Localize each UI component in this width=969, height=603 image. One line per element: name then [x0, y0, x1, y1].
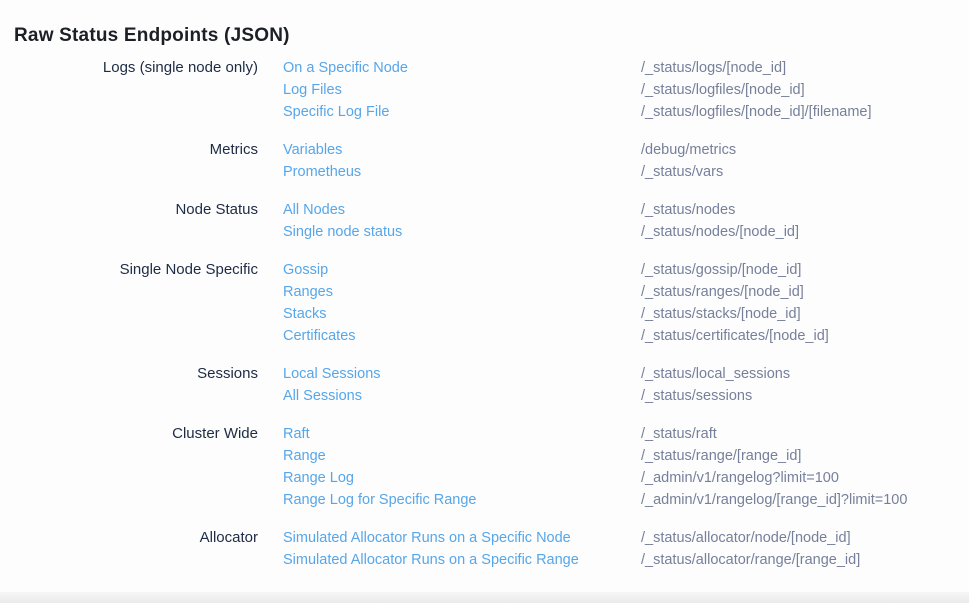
endpoint-link[interactable]: Certificates [283, 325, 616, 347]
endpoint-url: /_status/logfiles/[node_id] [641, 79, 969, 101]
endpoint-link[interactable]: Single node status [283, 221, 616, 243]
endpoint-link[interactable]: Prometheus [283, 161, 616, 183]
endpoint-url: /_status/allocator/node/[node_id] [641, 527, 969, 549]
endpoint-url: /_status/logs/[node_id] [641, 57, 969, 79]
category-label: Allocator [0, 527, 258, 549]
page-title: Raw Status Endpoints (JSON) [14, 25, 290, 47]
endpoint-url: /_status/gossip/[node_id] [641, 259, 969, 281]
endpoint-url: /_admin/v1/rangelog?limit=100 [641, 467, 969, 489]
endpoint-url: /_status/local_sessions [641, 363, 969, 385]
endpoint-link[interactable]: Specific Log File [283, 101, 616, 123]
endpoint-link[interactable]: All Sessions [283, 385, 616, 407]
category-label: Sessions [0, 363, 258, 385]
endpoint-link[interactable]: Range Log [283, 467, 616, 489]
endpoint-url: /_status/logfiles/[node_id]/[filename] [641, 101, 969, 123]
endpoint-url: /_status/nodes [641, 199, 969, 221]
endpoint-url: /_status/certificates/[node_id] [641, 325, 969, 347]
endpoint-section: Logs (single node only) On a Specific Nod… [0, 57, 969, 123]
endpoint-url: /_admin/v1/rangelog/[range_id]?limit=100 [641, 489, 969, 511]
category-label: Single Node Specific [0, 259, 258, 281]
endpoint-section: Cluster Wide Raft /_status/raft Range /_stat… [0, 423, 969, 511]
endpoint-link[interactable]: Log Files [283, 79, 616, 101]
endpoint-link[interactable]: On a Specific Node [283, 57, 616, 79]
category-label: Node Status [0, 199, 258, 221]
endpoint-section: Node Status All Nodes /_status/nodes Single… [0, 199, 969, 243]
endpoint-link[interactable]: Local Sessions [283, 363, 616, 385]
endpoint-url: /debug/metrics [641, 139, 969, 161]
endpoint-url: /_status/range/[range_id] [641, 445, 969, 467]
endpoint-url: /_status/ranges/[node_id] [641, 281, 969, 303]
endpoint-link[interactable]: Ranges [283, 281, 616, 303]
endpoint-section: Allocator Simulated Allocator Runs on a S… [0, 527, 969, 571]
endpoint-url: /_status/vars [641, 161, 969, 183]
endpoint-section: Single Node Specific Gossip /_status/gossi… [0, 259, 969, 347]
endpoint-url: /_status/raft [641, 423, 969, 445]
endpoint-url: /_status/stacks/[node_id] [641, 303, 969, 325]
endpoints-table: Logs (single node only) On a Specific Nod… [0, 57, 969, 587]
endpoint-link[interactable]: Simulated Allocator Runs on a Specific R… [283, 549, 616, 571]
endpoint-link[interactable]: Gossip [283, 259, 616, 281]
endpoint-link[interactable]: Variables [283, 139, 616, 161]
endpoint-section: Metrics Variables/debug/metrics Prometheus… [0, 139, 969, 183]
category-label: Cluster Wide [0, 423, 258, 445]
endpoint-section: Sessions Local Sessions /_status/local_ses… [0, 363, 969, 407]
category-label: Metrics [0, 139, 258, 161]
endpoint-url: /_status/allocator/range/[range_id] [641, 549, 969, 571]
endpoint-link[interactable]: Simulated Allocator Runs on a Specific N… [283, 527, 616, 549]
category-label: Logs (single node only) [0, 57, 258, 79]
footer-band [0, 592, 969, 603]
endpoint-url: /_status/sessions [641, 385, 969, 407]
endpoint-link[interactable]: Range Log for Specific Range [283, 489, 616, 511]
endpoint-link[interactable]: Stacks [283, 303, 616, 325]
endpoint-link[interactable]: Raft [283, 423, 616, 445]
endpoint-link[interactable]: All Nodes [283, 199, 616, 221]
endpoint-link[interactable]: Range [283, 445, 616, 467]
endpoint-url: /_status/nodes/[node_id] [641, 221, 969, 243]
